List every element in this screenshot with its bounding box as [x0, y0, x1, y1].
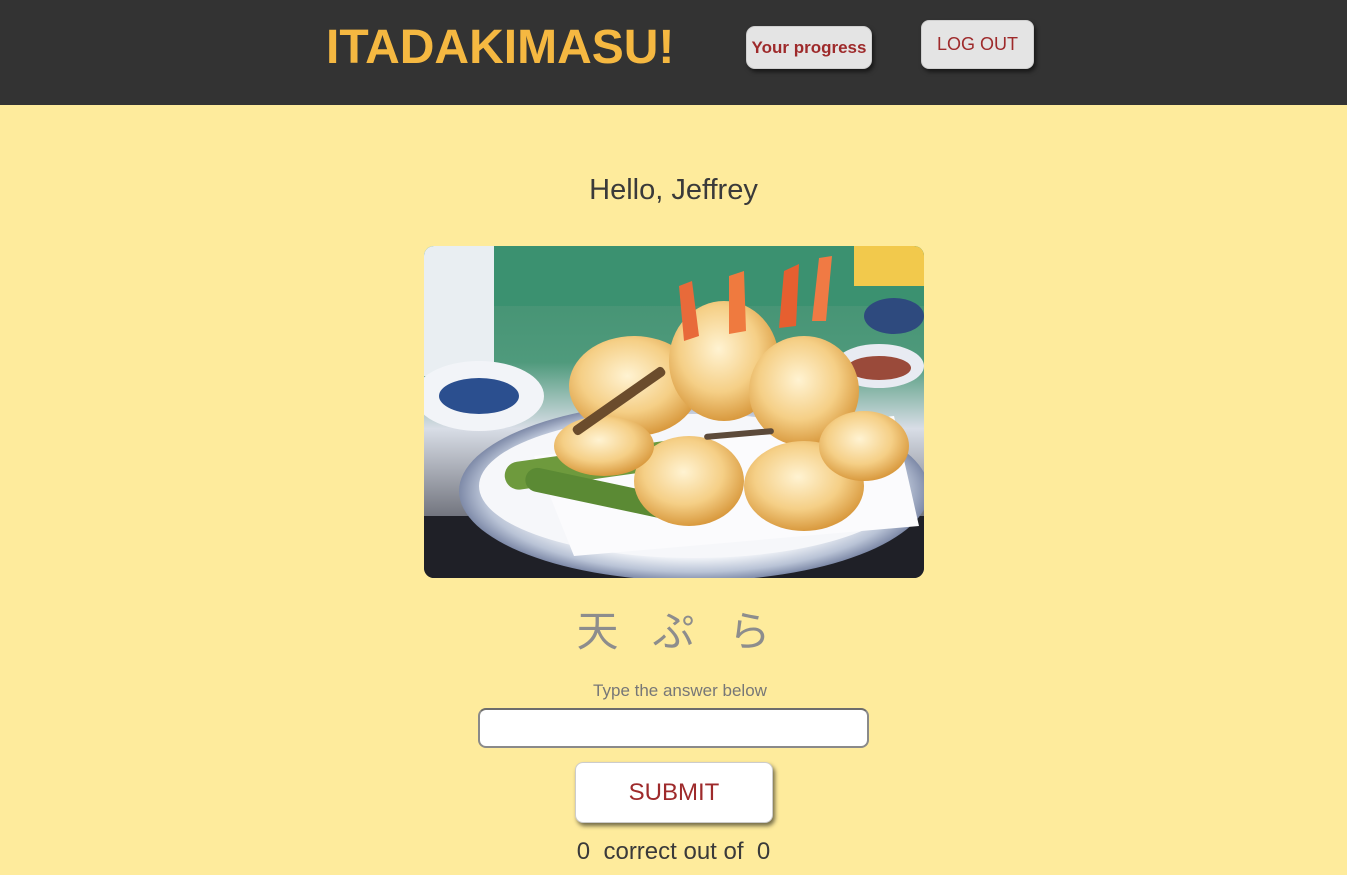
your-progress-button[interactable]: Your progress [746, 26, 872, 69]
score-middle-text: correct out of [603, 838, 744, 865]
answer-prompt-label: Type the answer below [593, 681, 767, 700]
logout-button[interactable]: LOG OUT [921, 20, 1034, 69]
greeting-text: Hello, Jeffrey [589, 174, 758, 206]
word-char-1: 天 [576, 607, 637, 656]
tempura-photo [424, 246, 924, 578]
japanese-word: 天ぷら [0, 598, 1347, 659]
score-total-count: 0 [756, 838, 771, 865]
word-char-3: ら [728, 607, 789, 656]
word-char-2: ぷ [652, 607, 713, 656]
score-correct-count: 0 [576, 838, 591, 865]
top-nav-bar: ITADAKIMASU! Your progress LOG OUT [0, 0, 1347, 105]
app-logo-title[interactable]: ITADAKIMASU! [326, 20, 674, 76]
submit-button[interactable]: SUBMIT [575, 762, 773, 823]
answer-input[interactable] [478, 708, 869, 748]
score-display: 0 correct out of 0 [0, 838, 1347, 866]
